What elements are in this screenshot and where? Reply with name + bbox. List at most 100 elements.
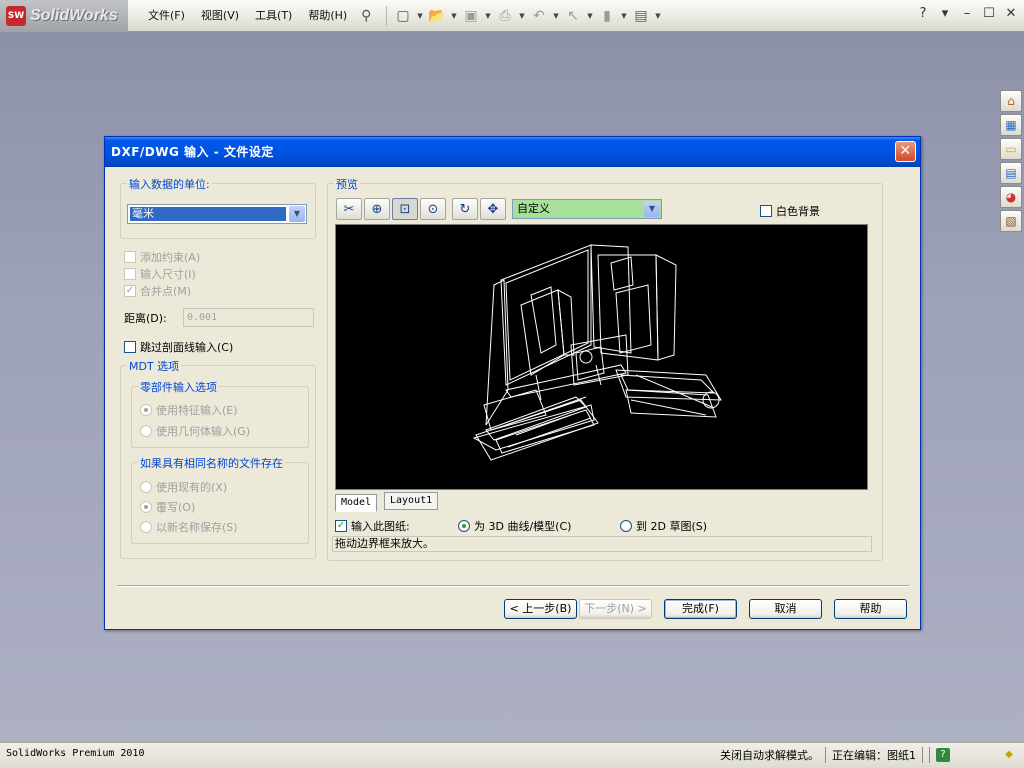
- appearances-icon[interactable]: ◕: [1000, 186, 1022, 208]
- help-question-icon[interactable]: ?: [916, 6, 930, 21]
- menu-tools[interactable]: 工具(T): [247, 0, 300, 32]
- overwrite-radio[interactable]: 覆写(O): [140, 499, 195, 515]
- mdt-options-panel: MDT 选项 零部件输入选项 使用特征输入(E) 使用几何体输入(G) 如果具有…: [120, 358, 316, 559]
- add-constraints-label: 添加约束(A): [140, 251, 201, 264]
- merge-points-label: 合并点(M): [140, 285, 192, 298]
- maximize-icon[interactable]: ☐: [982, 6, 996, 21]
- use-features-radio[interactable]: 使用特征输入(E): [140, 402, 238, 418]
- checkbox-box: [124, 251, 136, 263]
- to-2d-radio[interactable]: 到 2D 草图(S): [620, 518, 707, 534]
- menu-bar: 文件(F) 视图(V) 工具(T) 帮助(H) ⚲: [140, 0, 377, 32]
- open-folder-icon[interactable]: 📂: [426, 5, 448, 27]
- save-new-radio[interactable]: 以新名称保存(S): [140, 519, 238, 535]
- preview-label: 预览: [334, 176, 360, 192]
- rotate-icon[interactable]: ↻: [452, 198, 478, 220]
- view-orientation-select[interactable]: 自定义 ▼: [512, 199, 662, 219]
- options-icon[interactable]: ▤: [630, 5, 652, 27]
- preview-hint: 拖动边界框来放大。: [332, 536, 872, 552]
- options-dropdown-icon[interactable]: ▼: [654, 12, 662, 20]
- new-document-icon[interactable]: ▢: [392, 5, 414, 27]
- merge-points-checkbox[interactable]: ✓ 合并点(M): [124, 283, 191, 299]
- radio-dot: [458, 520, 470, 532]
- zoom-previous-icon[interactable]: ⊙: [420, 198, 446, 220]
- dialog-titlebar[interactable]: DXF/DWG 输入 - 文件设定 ✕: [105, 137, 920, 167]
- zoom-area-icon[interactable]: ⊡: [392, 198, 418, 220]
- skip-hatch-label: 跳过剖面线输入(C): [140, 341, 234, 354]
- save-dropdown-icon[interactable]: ▼: [484, 12, 492, 20]
- mdt-options-label: MDT 选项: [127, 358, 182, 374]
- tag-icon[interactable]: ◆: [1002, 748, 1016, 762]
- rebuild-mode-status: 关闭自动求解模式。: [720, 749, 819, 762]
- import-dimensions-checkbox[interactable]: 输入尺寸(I): [124, 266, 196, 282]
- menu-help[interactable]: 帮助(H): [300, 0, 355, 32]
- top-menu-bar: SW SolidWorks 文件(F) 视图(V) 工具(T) 帮助(H) ⚲ …: [0, 0, 1024, 32]
- back-button[interactable]: < 上一步(B): [504, 599, 577, 619]
- help-button[interactable]: 帮助: [834, 599, 907, 619]
- rebuild-icon[interactable]: ▮: [596, 5, 618, 27]
- radio-dot: [140, 425, 152, 437]
- skip-hatch-checkbox[interactable]: 跳过剖面线输入(C): [124, 339, 233, 355]
- preview-panel: 预览 ✂ ⊕ ⊡ ⊙ ↻ ✥ 自定义 ▼ 白色背景 Model Layout1 …: [327, 176, 883, 561]
- editing-status: 正在编辑：图纸1: [832, 749, 916, 762]
- radio-dot: [140, 521, 152, 533]
- undo-icon[interactable]: ↶: [528, 5, 550, 27]
- app-logo[interactable]: SW SolidWorks: [0, 0, 128, 32]
- minimize-icon[interactable]: –: [960, 6, 974, 21]
- distance-label: 距离(D):: [124, 312, 167, 325]
- tab-layout1[interactable]: Layout1: [384, 492, 439, 510]
- cancel-button[interactable]: 取消: [749, 599, 822, 619]
- checkbox-box: [124, 268, 136, 280]
- new-dropdown-icon[interactable]: ▼: [416, 12, 424, 20]
- add-constraints-checkbox[interactable]: 添加约束(A): [124, 249, 200, 265]
- use-features-label: 使用特征输入(E): [156, 404, 238, 417]
- use-existing-radio[interactable]: 使用现有的(X): [140, 479, 227, 495]
- dialog-close-icon[interactable]: ✕: [895, 141, 916, 162]
- zoom-in-icon[interactable]: ⊕: [364, 198, 390, 220]
- print-dropdown-icon[interactable]: ▼: [518, 12, 526, 20]
- custom-properties-icon[interactable]: ▧: [1000, 210, 1022, 232]
- menu-view[interactable]: 视图(V): [193, 0, 247, 32]
- status-right: 关闭自动求解模式。 正在编辑：图纸1 ? ◆: [720, 747, 1016, 763]
- import-sheet-checkbox[interactable]: ✓ 输入此图纸:: [335, 518, 410, 534]
- part-options-label: 零部件输入选项: [138, 379, 219, 395]
- view-palette-icon[interactable]: ▤: [1000, 162, 1022, 184]
- view-orientation-value: 自定义: [517, 202, 550, 215]
- distance-input[interactable]: 0.001: [183, 308, 314, 327]
- menu-file[interactable]: 文件(F): [140, 0, 193, 32]
- file-explorer-icon[interactable]: ▭: [1000, 138, 1022, 160]
- select-pointer-icon[interactable]: ↖: [562, 5, 584, 27]
- pan-icon[interactable]: ✥: [480, 198, 506, 220]
- undo-dropdown-icon[interactable]: ▼: [552, 12, 560, 20]
- use-geometry-radio[interactable]: 使用几何体输入(G): [140, 423, 250, 439]
- rebuild-dropdown-icon[interactable]: ▼: [620, 12, 628, 20]
- print-icon[interactable]: ⎙: [494, 5, 516, 27]
- select-dropdown-icon[interactable]: ▼: [586, 12, 594, 20]
- save-icon[interactable]: ▣: [460, 5, 482, 27]
- checkbox-box: [124, 341, 136, 353]
- app-name: SolidWorks: [30, 7, 118, 24]
- tab-model[interactable]: Model: [335, 494, 378, 512]
- to-3d-label: 为 3D 曲线/模型(C): [474, 520, 572, 533]
- checkmark-icon: ✓: [124, 285, 136, 297]
- import-sheet-label: 输入此图纸:: [351, 520, 410, 533]
- zoom-fit-icon[interactable]: ✂: [336, 198, 362, 220]
- pin-icon[interactable]: ⚲: [355, 5, 377, 27]
- to-3d-radio[interactable]: 为 3D 曲线/模型(C): [458, 518, 571, 534]
- dialog-title: DXF/DWG 输入 - 文件设定: [111, 145, 274, 159]
- help-dropdown-icon[interactable]: ▾: [938, 6, 952, 21]
- next-button[interactable]: 下一步(N) >: [579, 599, 652, 619]
- preview-canvas[interactable]: [335, 224, 868, 490]
- home-icon[interactable]: ⌂: [1000, 90, 1022, 112]
- help-status-icon[interactable]: ?: [936, 748, 950, 762]
- chevron-down-icon[interactable]: ▼: [644, 201, 660, 217]
- units-select[interactable]: 毫米 ▼: [127, 204, 307, 224]
- close-icon[interactable]: ✕: [1004, 6, 1018, 21]
- finish-button[interactable]: 完成(F): [664, 599, 737, 619]
- design-library-icon[interactable]: ▦: [1000, 114, 1022, 136]
- same-name-panel: 如果具有相同名称的文件存在 使用现有的(X) 覆写(O) 以新名称保存(S): [131, 455, 309, 544]
- radio-dot: [140, 501, 152, 513]
- chevron-down-icon[interactable]: ▼: [289, 206, 305, 222]
- open-dropdown-icon[interactable]: ▼: [450, 12, 458, 20]
- white-background-checkbox[interactable]: 白色背景: [760, 203, 820, 219]
- save-new-label: 以新名称保存(S): [156, 521, 238, 534]
